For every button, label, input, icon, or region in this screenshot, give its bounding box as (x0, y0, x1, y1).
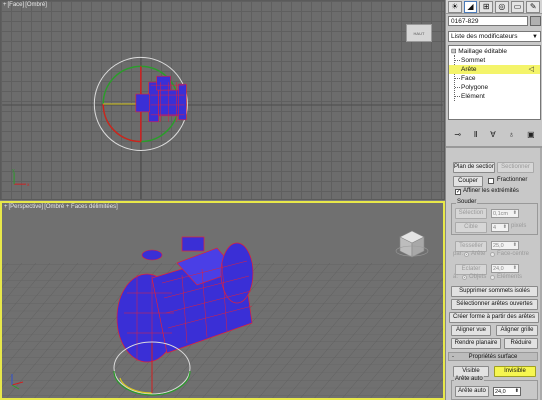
create-icon[interactable]: ☀ (448, 1, 462, 13)
stack-tools: ⊸ Ⅱ ∀ ♁ ▣ (448, 128, 541, 140)
creer-forme-button[interactable]: Créer forme à partir des arêtes (449, 312, 539, 323)
elements-radio[interactable] (490, 275, 495, 280)
souder-selection-spinner[interactable]: 0,1cm ⬍ (491, 209, 519, 218)
souder-title: Souder (456, 199, 478, 205)
reduire-button[interactable]: Réduire (504, 338, 538, 349)
modify-icon[interactable]: ◢ (463, 1, 478, 13)
display-icon[interactable]: ▭ (510, 1, 525, 13)
viewport-top[interactable]: +[Face][Ombré] x y HAUT (0, 0, 445, 200)
aligner-vue-button[interactable]: Aligner vue (451, 325, 491, 336)
utilities-icon[interactable]: ✎ (526, 1, 541, 13)
command-panel: ☀ ◢ ⊞ ◎ ▭ ✎ 0167-829 Liste des modificat… (445, 0, 542, 400)
objets-radio[interactable] (462, 275, 467, 280)
arete-auto-spinner[interactable]: 24,0 ⬍ (493, 387, 521, 396)
aligner-grille-button[interactable]: Aligner grille (496, 325, 538, 336)
modifier-list-dropdown[interactable]: Liste des modificateurs ▼ (448, 31, 541, 42)
viewport-perspective[interactable]: +[Perspective][Ombré + Faces délimitées] (0, 201, 445, 400)
top-view-scene: x y (2, 1, 443, 199)
svg-text:y: y (12, 168, 15, 173)
surface-props-header[interactable]: - Propriétés surface (448, 352, 538, 361)
souder-cible-button[interactable]: Cible (455, 222, 487, 233)
svg-text:x: x (27, 183, 30, 188)
pixels-label: pixels (511, 223, 527, 229)
face-centre-radio[interactable] (490, 252, 495, 257)
arete-radio-label: Arête (471, 251, 486, 257)
show-end-icon[interactable]: Ⅱ (474, 130, 478, 139)
edge-subobject-icon: ◁ (528, 66, 534, 73)
face-centre-label: Face-centre (497, 251, 530, 257)
perspective-scene (2, 230, 443, 398)
elements-label: Eléments (497, 274, 523, 280)
configure-icon[interactable]: ▣ (527, 130, 535, 139)
object-color-swatch[interactable] (530, 16, 541, 26)
hierarchy-icon[interactable]: ⊞ (479, 1, 494, 13)
invisible-button[interactable]: Invisible (494, 366, 536, 377)
souder-cible-spinner[interactable]: 4 ⬍ (491, 223, 509, 232)
stack-item-editable-mesh[interactable]: ⊟ Maillage éditable (451, 47, 507, 56)
stack-item-vertex[interactable]: Sommet (461, 56, 485, 65)
selectionner-aretes-button[interactable]: Sélectionner arêtes ouvertes (451, 299, 538, 310)
tesseller-spinner[interactable]: 25,0 ⬍ (491, 241, 519, 250)
motion-icon[interactable]: ◎ (495, 1, 509, 13)
souder-selection-button[interactable]: Sélection (455, 208, 487, 219)
arete-auto-group-title: Arête auto (454, 376, 484, 382)
make-unique-icon[interactable]: ∀ (490, 130, 495, 139)
chevron-down-icon: ▼ (532, 34, 538, 40)
supprimer-sommets-button[interactable]: Supprimer sommets isolés (451, 286, 538, 297)
viewcube-persp (395, 230, 429, 258)
par-label: par: (453, 251, 464, 257)
stack-item-edge[interactable]: Arête ◁ (449, 65, 540, 74)
fractionner-label: Fractionner (497, 177, 528, 183)
couper-button[interactable]: Couper (453, 176, 483, 187)
pin-icon[interactable]: ⊸ (454, 130, 461, 139)
arete-radio[interactable] (464, 252, 469, 257)
modifier-stack: ⊟ Maillage éditable Sommet Arête ◁ Face … (448, 45, 541, 120)
viewcube-top[interactable]: HAUT (406, 24, 432, 42)
object-name-field[interactable]: 0167-829 (448, 16, 528, 26)
collapse-icon: - (452, 354, 454, 360)
fractionner-checkbox[interactable] (488, 178, 494, 184)
axis-tripod-top: x y (12, 168, 30, 188)
stack-item-polygon[interactable]: Polygone (461, 83, 488, 92)
a-label: à: (453, 274, 459, 280)
objets-label: Objets (469, 274, 487, 280)
command-panel-tabs: ☀ ◢ ⊞ ◎ ▭ ✎ (446, 0, 542, 14)
affiner-checkbox[interactable]: ✓ (455, 189, 461, 195)
sectionner-button[interactable]: Sectionner (497, 162, 534, 173)
stack-item-face[interactable]: Face (461, 74, 475, 83)
arete-auto-button[interactable]: Arête auto (455, 386, 489, 397)
panel-separator (446, 146, 542, 148)
mesh-top-view (135, 75, 187, 123)
stack-item-element[interactable]: Elément (461, 92, 485, 101)
affiner-label: Affiner les extrémités (463, 188, 519, 194)
remove-modifier-icon[interactable]: ♁ (508, 130, 514, 139)
rendre-planaire-button[interactable]: Rendre planaire (451, 338, 501, 349)
plan-section-button[interactable]: Plan de section (453, 162, 495, 173)
eclater-spinner[interactable]: 24,0 ⬍ (491, 264, 519, 273)
